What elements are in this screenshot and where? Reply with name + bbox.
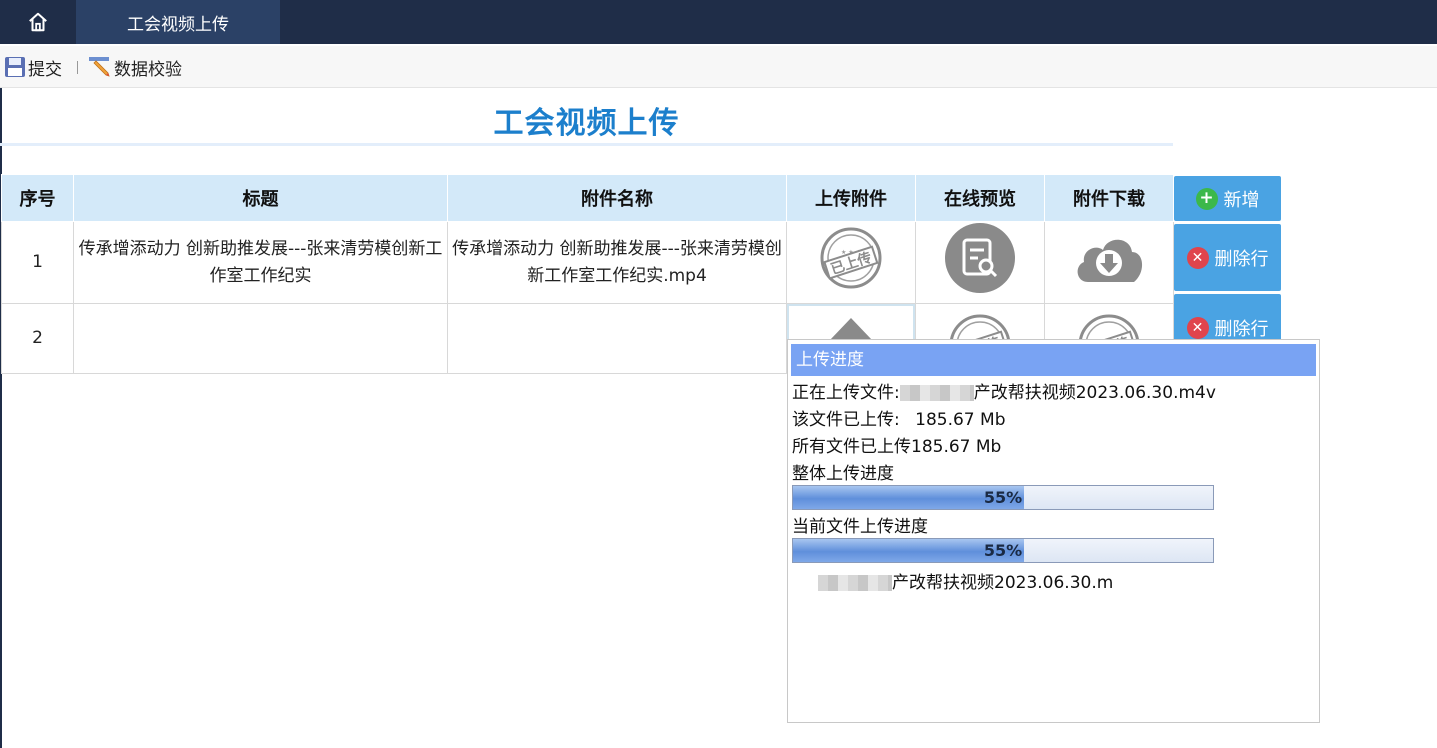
cell-upload[interactable]: ★ ★ ★ 已上传 — [786, 221, 916, 304]
close-icon: ✕ — [1186, 316, 1209, 339]
upload-progress-dialog: 上传进度 正在上传文件: 产改帮扶视频2023.06.30.m4v 该文件已上传:… — [787, 339, 1320, 723]
delete-row-button[interactable]: ✕ 删除行 — [1174, 224, 1281, 291]
cell-attachment-name — [447, 303, 787, 374]
header-title: 标题 — [73, 174, 448, 222]
overall-progress-label: 整体上传进度 — [792, 464, 894, 484]
top-nav: 工会视频上传 — [0, 0, 1437, 44]
current-progress-text: 55% — [983, 541, 1023, 560]
current-progress-label: 当前文件上传进度 — [792, 517, 928, 537]
file-uploaded-line: 该文件已上传: 185.67 Mb — [792, 405, 1006, 430]
tab-video-upload[interactable]: 工会视频上传 — [76, 0, 280, 44]
save-icon — [5, 57, 25, 77]
current-file-name: 产改帮扶视频2023.06.30.m4v — [973, 383, 1216, 403]
file-uploaded-value: 185.67 Mb — [915, 410, 1006, 430]
close-icon: ✕ — [1186, 246, 1209, 269]
redacted-filename-part — [899, 385, 974, 401]
cell-index: 1 — [1, 221, 74, 304]
overall-progress-bar: 55% — [792, 485, 1214, 510]
cell-title[interactable] — [73, 303, 448, 374]
header-download: 附件下载 — [1044, 174, 1174, 222]
file-list-item: 产改帮扶视频2023.06.30.m — [818, 568, 1113, 593]
file-uploaded-label: 该文件已上传: — [792, 410, 900, 430]
toolbar: 提交 数据校验 — [0, 46, 1437, 88]
table-row: 1 传承增添动力 创新助推发展---张来清劳模创新工作室工作纪实 传承增添动力 … — [1, 221, 1174, 304]
title-underline — [0, 143, 1173, 146]
validate-label: 数据校验 — [114, 59, 182, 80]
home-button[interactable] — [0, 0, 76, 44]
header-index: 序号 — [1, 174, 74, 222]
home-icon — [29, 12, 47, 32]
add-row-button[interactable]: + 新增 — [1174, 176, 1281, 221]
preview-doc-icon — [945, 223, 1015, 293]
all-uploaded-line: 所有文件已上传185.67 Mb — [792, 437, 1002, 457]
validate-button[interactable]: 数据校验 — [88, 54, 182, 80]
delete-row-label: 删除行 — [1214, 318, 1269, 340]
redacted-filename-part — [818, 575, 892, 591]
toolbar-divider — [77, 61, 78, 74]
submit-label: 提交 — [28, 59, 62, 80]
dialog-title: 上传进度 — [791, 344, 1316, 376]
uploaded-stamp-icon: ★ ★ ★ 已上传 — [820, 227, 882, 289]
header-attachment-name: 附件名称 — [447, 174, 787, 222]
current-file-prefix: 正在上传文件: — [792, 383, 900, 403]
header-upload: 上传附件 — [786, 174, 916, 222]
current-file-line: 正在上传文件: 产改帮扶视频2023.06.30.m4v — [792, 378, 1216, 403]
pencil-ruler-icon — [89, 57, 110, 77]
submit-button[interactable]: 提交 — [4, 54, 62, 80]
table-header-row: 序号 标题 附件名称 上传附件 在线预览 附件下载 — [1, 174, 1174, 222]
add-row-label: 新增 — [1223, 189, 1260, 211]
overall-progress-text: 55% — [983, 488, 1023, 507]
cell-download[interactable] — [1044, 221, 1174, 304]
cloud-download-icon — [1077, 239, 1143, 282]
page-title: 工会视频上传 — [493, 106, 680, 141]
plus-icon: + — [1195, 187, 1218, 210]
cell-title[interactable]: 传承增添动力 创新助推发展---张来清劳模创新工作室工作纪实 — [73, 221, 448, 304]
cell-attachment-name: 传承增添动力 创新助推发展---张来清劳模创新工作室工作纪实.mp4 — [447, 221, 787, 304]
current-progress-bar: 55% — [792, 538, 1214, 563]
delete-row-label: 删除行 — [1214, 248, 1269, 270]
file-list-name: 产改帮扶视频2023.06.30.m — [892, 573, 1114, 593]
cell-index: 2 — [1, 303, 74, 374]
header-preview: 在线预览 — [915, 174, 1045, 222]
cell-preview[interactable] — [915, 221, 1045, 304]
